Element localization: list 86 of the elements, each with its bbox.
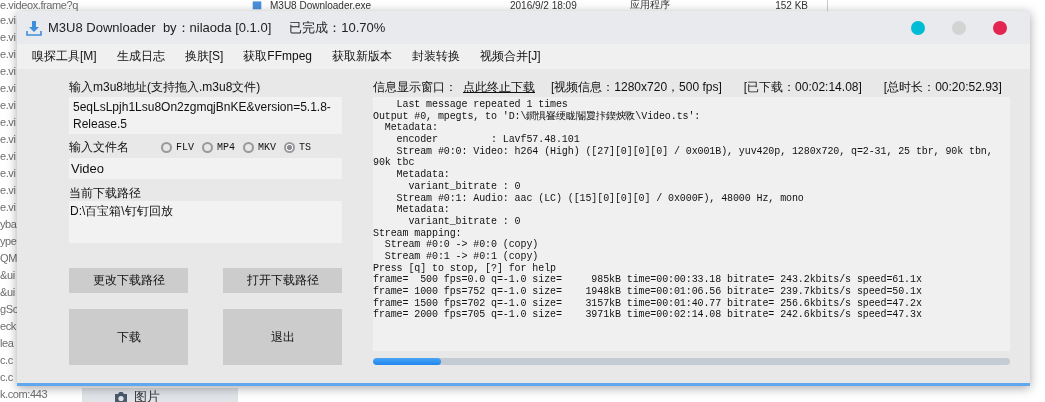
log-line: Metadata: (395, 169, 451, 181)
log-line: Stream #0:1 -> #0:1 (copy) (383, 250, 540, 263)
tab[interactable]: 图片 (82, 388, 238, 402)
file-size: 152 KB (774, 0, 808, 11)
list-text: gSc (0, 302, 17, 317)
progress-status: 已完成：10.70% (289, 18, 386, 37)
log-line: frame= 1500 fps=702 q=-1.0 size= 3157kB time=00:01:40.77 bitrate= 256.6kbits/s speed=47.2x (373, 297, 923, 309)
list-text: &ui (0, 268, 15, 283)
field-label: 输入m3u8地址(支持拖入.m3u8文件) (69, 79, 262, 95)
log-line: Press [q] to stop, [?] for help (373, 262, 557, 274)
log-line: Metadata: (395, 204, 451, 216)
file-name[interactable]: M3U8 Downloader.exe (270, 0, 510, 11)
list-text: c.c (0, 370, 13, 385)
log-line: frame= 500 fps=0.0 q=-1.0 size= 985kB time=00:00:33.18 bitrate= 243.2kbits/s speed=61.1x (373, 274, 923, 286)
action-button[interactable]: 下载 (69, 309, 188, 365)
list-text: &ui (0, 285, 15, 300)
field-label: 输入文件名 (69, 139, 130, 155)
window-title: M3U8 Downloader by：nilaoda [0.1.0] (48, 18, 272, 37)
log-line: Last message repeated 1 times (395, 99, 569, 110)
log-line: Metadata: (383, 122, 439, 134)
menu-item[interactable]: 封装转换 (412, 48, 461, 65)
menu-item[interactable]: 视频合并[J] (480, 48, 541, 65)
list-text: e.vi (0, 200, 16, 215)
radio-label: FLV (176, 141, 194, 153)
log-line: 90k tbc (373, 157, 416, 169)
log-line: frame= 2000 fps=705 q=-1.0 size= 3971kB time=00:02:14.08 bitrate= 242.6kbits/s speed=47.3x (373, 309, 923, 322)
minimize-button[interactable] (911, 20, 925, 35)
list-text: e.vi (0, 166, 16, 181)
menu-item[interactable]: 换肤[S] (184, 48, 224, 65)
radio-button[interactable] (284, 141, 296, 153)
list-text: lea (0, 336, 14, 351)
menu-item[interactable]: 获取FFmpeg (243, 48, 313, 65)
action-button[interactable]: 打开下载路径 (223, 268, 342, 293)
list-text: e.vi (0, 64, 16, 79)
list-text: e.vi (0, 30, 16, 45)
log-line: Output #0, mpegts, to 'D:\鐧惧疂绠眬閽夐拤鍥炴斁\Video.ts': (373, 110, 702, 122)
action-button[interactable]: 退出 (223, 309, 342, 365)
close-button[interactable] (993, 20, 1007, 35)
info-label: 信息显示窗口： (373, 78, 457, 96)
menu-item[interactable]: 获取新版本 (332, 48, 393, 65)
file-icon (252, 0, 262, 10)
list-text: e.vi (0, 132, 16, 147)
list-text: ype (0, 234, 17, 249)
download-icon (26, 19, 42, 36)
camera-icon (114, 391, 128, 402)
list-text: c.c (0, 353, 13, 368)
total-duration: [总时长：00:20:52.93] (883, 78, 1002, 96)
downloaded-time: [已下载：00:02:14.08] (743, 78, 862, 96)
log-line: variant_bitrate : 0 (407, 180, 522, 193)
list-text: eck (0, 319, 16, 334)
radio-button[interactable] (161, 141, 172, 153)
radio-label: TS (299, 141, 312, 153)
menu-item[interactable]: 生成日志 (116, 48, 165, 65)
radio-label: MP4 (217, 141, 236, 153)
list-text: QM (0, 251, 17, 266)
menu-item[interactable]: 嗅探工具[M] (32, 48, 97, 65)
log-line: Stream #0:1: Audio: aac (LC) ([15][0][0][0] / 0x000F), 48000 Hz, mono (395, 192, 805, 204)
log-line: frame= 1000 fps=752 q=-1.0 size= 1948kB time=00:01:06.56 bitrate= 239.7kbits/s speed=50.1x (373, 286, 923, 298)
list-text: e.vi (0, 81, 16, 96)
list-text: e.videox.frame?q (0, 0, 78, 11)
radio-button[interactable] (202, 141, 213, 153)
list-text: e.vi (0, 149, 16, 164)
video-info: [视频信息：1280x720，500 fps] (551, 78, 722, 96)
log-line: Stream #0:0 -> #0:0 (copy) (383, 239, 540, 251)
url-field[interactable]: 5eqLsLpjh1Lsu8On2zgmqjBnKE&version=5.1.8-Release.5 (69, 97, 342, 134)
maximize-button[interactable] (952, 20, 966, 35)
list-text: e.vi (0, 47, 16, 62)
stop-link[interactable]: 点此终止下载 (463, 78, 535, 96)
radio-label: MKV (258, 141, 277, 153)
field-label: 当前下载路径 (69, 185, 142, 201)
radio-button[interactable] (243, 141, 255, 153)
file-type: 应用程序 (630, 0, 671, 12)
list-text: yba (0, 217, 17, 232)
log-line: encoder : Lavf57.48.101 (395, 134, 581, 146)
log-line: Stream mapping: (373, 227, 463, 240)
log-line: Stream #0:0: Video: h264 (High) ([27][0][0][0] / 0x001B), yuv420p, 1280x720, q=2-31, 25 tbr, 90k tbn, (395, 145, 994, 157)
list-text: e.vi (0, 115, 16, 130)
list-text: e.vi (0, 13, 16, 28)
log-line: variant_bitrate : 0 (407, 215, 522, 228)
list-text: e.vi (0, 98, 16, 113)
action-button[interactable]: 更改下载路径 (69, 268, 188, 293)
file-date: 2016/9/2 18:09 (510, 0, 578, 11)
list-text: e.vi (0, 183, 16, 198)
input-field[interactable]: Video (69, 158, 342, 179)
list-text: k.com:443 (0, 388, 48, 401)
path-field[interactable]: D:\百宝箱\钉钉回放 (69, 201, 342, 243)
